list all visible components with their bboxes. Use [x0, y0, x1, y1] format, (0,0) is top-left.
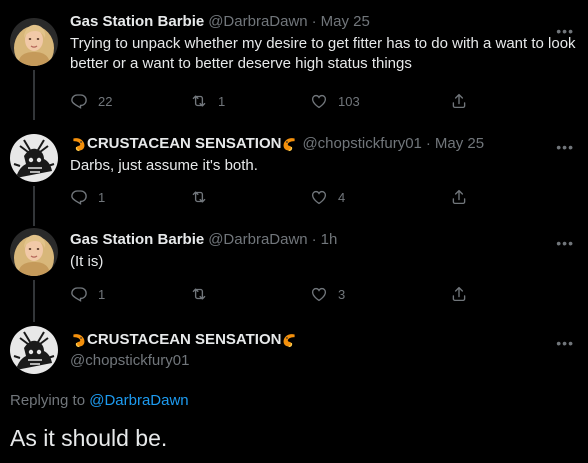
like-count: 103: [338, 93, 360, 109]
tweet-time[interactable]: May 25: [435, 134, 484, 154]
tweet-thread: Gas Station Barbie @DarbraDawn · May 25 …: [0, 0, 588, 463]
thread-line: [33, 186, 35, 226]
reply-count: 1: [98, 286, 106, 302]
tweet-actions: 1 3: [70, 285, 510, 303]
tweet-text: (It is): [70, 253, 104, 270]
separator-dot: ·: [425, 135, 431, 152]
display-name[interactable]: Gas Station Barbie: [70, 12, 204, 32]
thread-line: [33, 280, 35, 322]
reply-icon: [70, 92, 88, 110]
tweet-content: Gas Station Barbie @DarbraDawn · May 25 …: [70, 12, 576, 74]
shrimp-emoji-icon: [70, 136, 87, 153]
shrimp-emoji-icon: [281, 332, 298, 349]
more-dots-icon[interactable]: •••: [556, 24, 574, 38]
share-button[interactable]: [450, 188, 490, 206]
display-name[interactable]: CRUSTACEAN SENSATION: [87, 330, 281, 350]
retweet-button[interactable]: [190, 188, 310, 206]
tweet-content: CRUSTACEAN SENSATION @chopstickfury01 · …: [70, 134, 576, 176]
tweet-header: CRUSTACEAN SENSATION: [70, 330, 576, 350]
share-button[interactable]: [450, 285, 490, 303]
more-dots-icon[interactable]: •••: [556, 140, 574, 154]
tweet-content: Gas Station Barbie @DarbraDawn · 1h (It …: [70, 230, 576, 272]
avatar-image: [10, 134, 58, 182]
like-button[interactable]: 4: [310, 188, 430, 206]
heart-icon: [310, 285, 328, 303]
tweet-text: Darbs, just assume it's both.: [70, 157, 258, 174]
heart-icon: [310, 92, 328, 110]
retweet-icon: [190, 92, 208, 110]
reply-icon: [70, 188, 88, 206]
user-handle[interactable]: @chopstickfury01: [70, 352, 576, 369]
tweet-actions: 22 1 103: [70, 92, 510, 110]
avatar-gas-station-barbie[interactable]: [10, 228, 58, 276]
tweet-2[interactable]: CRUSTACEAN SENSATION @chopstickfury01 · …: [0, 128, 588, 226]
display-name[interactable]: CRUSTACEAN SENSATION: [87, 134, 281, 154]
avatar-image: [10, 326, 58, 374]
user-handle[interactable]: @DarbraDawn: [208, 230, 307, 250]
tweet-header: Gas Station Barbie @DarbraDawn · 1h: [70, 230, 576, 250]
retweet-button[interactable]: [190, 285, 310, 303]
tweet-text: Trying to unpack whether my desire to ge…: [70, 35, 576, 72]
shrimp-emoji-icon: [70, 332, 87, 349]
share-icon: [450, 92, 468, 110]
shrimp-emoji-icon: [281, 136, 298, 153]
like-count: 4: [338, 189, 346, 205]
reply-button[interactable]: 22: [70, 92, 190, 110]
user-handle[interactable]: @chopstickfury01: [302, 134, 421, 154]
share-button[interactable]: [450, 92, 490, 110]
replying-to-link[interactable]: @DarbraDawn: [89, 392, 188, 409]
main-tweet-author: CRUSTACEAN SENSATION @chopstickfury01: [70, 330, 576, 369]
reply-count: 1: [98, 189, 106, 205]
more-dots-icon[interactable]: •••: [556, 336, 574, 350]
replying-to: Replying to @DarbraDawn: [10, 392, 189, 409]
retweet-icon: [190, 188, 208, 206]
user-handle[interactable]: @DarbraDawn: [208, 12, 307, 32]
share-icon: [450, 285, 468, 303]
share-icon: [450, 188, 468, 206]
replying-to-label: Replying to: [10, 392, 86, 409]
display-name[interactable]: Gas Station Barbie: [70, 230, 204, 250]
avatar-image: [10, 228, 58, 276]
tweet-header: CRUSTACEAN SENSATION @chopstickfury01 · …: [70, 134, 576, 154]
avatar-crustacean-sensation[interactable]: [10, 326, 58, 374]
reply-button[interactable]: 1: [70, 285, 190, 303]
reply-count: 22: [98, 93, 113, 109]
tweet-actions: 1 4: [70, 188, 510, 206]
tweet-time[interactable]: May 25: [321, 12, 370, 32]
avatar-crustacean-sensation[interactable]: [10, 134, 58, 182]
heart-icon: [310, 188, 328, 206]
avatar-gas-station-barbie[interactable]: [10, 18, 58, 66]
tweet-3[interactable]: Gas Station Barbie @DarbraDawn · 1h (It …: [0, 226, 588, 322]
more-dots-icon[interactable]: •••: [556, 236, 574, 250]
like-count: 3: [338, 286, 346, 302]
like-button[interactable]: 3: [310, 285, 430, 303]
separator-dot: ·: [311, 13, 317, 30]
retweet-button[interactable]: 1: [190, 92, 310, 110]
reply-button[interactable]: 1: [70, 188, 190, 206]
tweet-time[interactable]: 1h: [321, 230, 338, 250]
tweet-header: Gas Station Barbie @DarbraDawn · May 25: [70, 12, 576, 32]
reply-icon: [70, 285, 88, 303]
avatar-image: [10, 18, 58, 66]
like-button[interactable]: 103: [310, 92, 430, 110]
tweet-1[interactable]: Gas Station Barbie @DarbraDawn · May 25 …: [0, 12, 588, 120]
retweet-count: 1: [218, 93, 226, 109]
main-tweet-text: As it should be.: [10, 425, 168, 451]
thread-line: [33, 70, 35, 120]
separator-dot: ·: [311, 231, 317, 248]
retweet-icon: [190, 285, 208, 303]
